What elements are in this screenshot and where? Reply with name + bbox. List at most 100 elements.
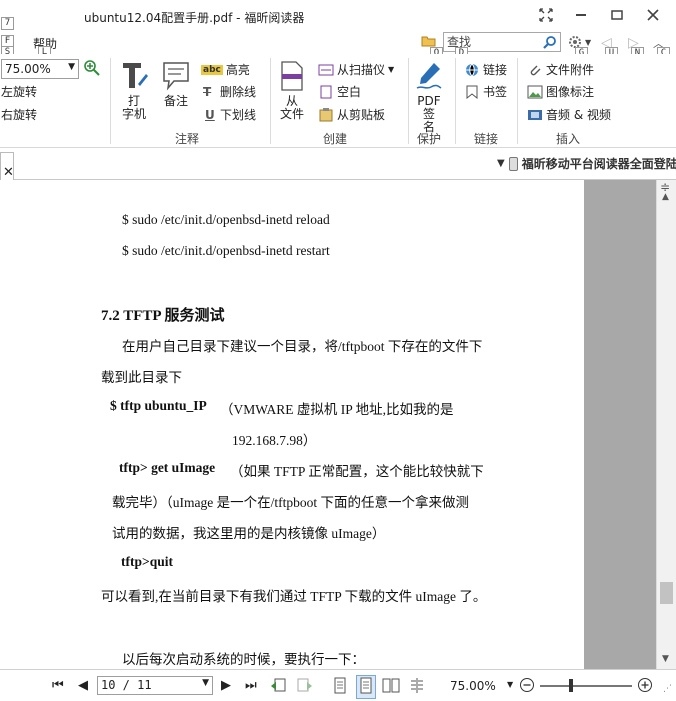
highlight-label: 高亮 bbox=[225, 63, 250, 77]
zoom-in-icon bbox=[84, 60, 100, 76]
note-label: 备注 bbox=[163, 94, 188, 108]
file-attachment-button[interactable]: 文件附件 bbox=[527, 61, 594, 78]
status-bar: ⏮ ◀ 10 / 11 ▼ ▶ ⏭ 75.00% ▼ ⋰ bbox=[0, 669, 676, 701]
facing-view-button[interactable] bbox=[382, 677, 400, 697]
doc-text-line: 以后每次启动系统的时候，要执行一下： bbox=[122, 652, 365, 667]
zoom-select[interactable]: 75.00% ▼ bbox=[1, 59, 79, 79]
doc-text-line: 可以看到,在当前目录下有我们通过 TFTP 下载的文件 uImage 了。 bbox=[101, 589, 487, 604]
highlight-button[interactable]: abc 高亮 bbox=[201, 61, 250, 78]
window-title: ubuntu12.04配置手册.pdf - 福昕阅读器 bbox=[84, 11, 305, 25]
previous-page-icon: ◀ bbox=[78, 678, 88, 693]
underline-icon: U bbox=[205, 107, 215, 122]
image-annotation-button[interactable]: 图像标注 bbox=[527, 83, 594, 100]
phone-icon bbox=[508, 156, 518, 171]
image-icon bbox=[527, 85, 543, 98]
promo-banner[interactable]: ▼ 福昕移动平台阅读器全面登陆 bbox=[497, 155, 676, 172]
strikeout-button[interactable]: T 删除线 bbox=[203, 83, 256, 100]
search-icon[interactable] bbox=[543, 35, 557, 49]
minimize-icon bbox=[576, 14, 586, 16]
previous-view-button[interactable] bbox=[270, 677, 288, 697]
note-button[interactable]: 备注 bbox=[160, 60, 192, 108]
bookmark-button[interactable]: 书签 bbox=[464, 83, 507, 100]
from-scanner-button[interactable]: 从扫描仪 ▼ bbox=[318, 61, 394, 78]
image-annotation-label: 图像标注 bbox=[546, 85, 595, 99]
new-file-icon bbox=[281, 61, 303, 91]
zoom-in-status-button[interactable] bbox=[637, 677, 653, 696]
typewriter-button[interactable]: 打 字机 bbox=[118, 60, 150, 121]
first-page-button[interactable]: ⏮ bbox=[52, 678, 64, 693]
blank-page-icon bbox=[320, 85, 332, 98]
pdf-sign-button[interactable]: PDF签 名 bbox=[412, 60, 446, 134]
restore-button[interactable] bbox=[604, 4, 630, 26]
close-window-button[interactable] bbox=[640, 4, 666, 26]
folder-search-icon bbox=[421, 36, 436, 47]
continuous-view-button[interactable] bbox=[356, 675, 376, 699]
continuous-facing-view-button[interactable] bbox=[408, 677, 426, 697]
facing-pages-icon bbox=[382, 678, 400, 693]
chevron-down-icon: ▼ bbox=[388, 65, 395, 74]
scroll-up-icon[interactable]: ▲ bbox=[662, 192, 669, 202]
create-from-file-label: 从 文件 bbox=[279, 94, 304, 121]
typewriter-label: 打 字机 bbox=[121, 94, 146, 121]
previous-page-button[interactable]: ◀ bbox=[78, 678, 88, 693]
blank-page-button[interactable]: 空白 bbox=[318, 83, 361, 100]
doc-command-line: $ tftp ubuntu_IP bbox=[110, 398, 207, 413]
insert-group-label: 插入 bbox=[556, 132, 581, 146]
zoom-slider-thumb[interactable] bbox=[569, 679, 573, 692]
file-attachment-label: 文件附件 bbox=[546, 63, 595, 77]
document-tab-strip: ✕ ▼ 福昕移动平台阅读器全面登陆 bbox=[0, 148, 676, 180]
status-zoom-value[interactable]: 75.00% bbox=[450, 679, 496, 693]
next-page-button[interactable]: ▶ bbox=[221, 678, 231, 693]
links-group-label: 链接 bbox=[474, 132, 499, 146]
from-clipboard-button[interactable]: 从剪贴板 bbox=[318, 106, 385, 123]
highlight-icon: abc bbox=[201, 64, 223, 75]
close-icon bbox=[647, 9, 659, 21]
clipboard-icon bbox=[319, 107, 333, 121]
minimize-button[interactable] bbox=[568, 4, 594, 26]
next-view-button[interactable] bbox=[295, 677, 313, 697]
close-tab-icon[interactable]: ✕ bbox=[3, 166, 14, 179]
underline-button[interactable]: U 下划线 bbox=[205, 106, 256, 123]
doc-text-line: $ sudo /etc/init.d/openbsd-inetd reload bbox=[122, 212, 330, 227]
doc-command-line: tftp>quit bbox=[121, 554, 173, 569]
rotate-right-label: 向右旋转 bbox=[0, 108, 38, 122]
link-button[interactable]: 链接 bbox=[464, 61, 507, 78]
scrollbar-thumb[interactable] bbox=[660, 582, 673, 604]
next-view-icon bbox=[297, 678, 312, 692]
single-page-icon bbox=[334, 677, 346, 694]
zoom-in-icon bbox=[638, 678, 652, 692]
strikeout-label: 删除线 bbox=[220, 85, 257, 99]
resize-grip-icon[interactable]: ⋰ bbox=[663, 684, 672, 694]
document-tab[interactable]: ✕ bbox=[0, 152, 14, 180]
scanner-icon bbox=[318, 64, 334, 75]
bookmark-label: 书签 bbox=[483, 85, 508, 99]
audio-video-label: 音频 & 视频 bbox=[546, 108, 611, 122]
caret-down-icon: ▼ bbox=[497, 158, 505, 169]
doc-text-line: （VMWARE 虚拟机 IP 地址,比如我的是 bbox=[220, 402, 454, 417]
fullscreen-button[interactable] bbox=[533, 4, 559, 26]
ribbon-divider bbox=[408, 58, 409, 144]
continuous-facing-icon bbox=[411, 678, 423, 693]
page-number-select[interactable]: 10 / 11 ▼ bbox=[97, 676, 213, 695]
rotate-right-button[interactable]: 向右旋转 bbox=[0, 106, 38, 123]
next-page-icon: ▶ bbox=[221, 678, 231, 693]
underline-label: 下划线 bbox=[220, 108, 257, 122]
zoom-slider-track[interactable] bbox=[540, 685, 632, 687]
zoom-out-button[interactable] bbox=[519, 677, 535, 696]
ribbon: 75.00% ▼ 向左旋转 向右旋转 打 字机 备注 abc 高亮 T 删除线 … bbox=[0, 54, 676, 148]
create-from-file-button[interactable]: 从 文件 bbox=[278, 60, 306, 121]
page-margin-area bbox=[584, 180, 656, 669]
rotate-left-button[interactable]: 向左旋转 bbox=[0, 83, 37, 100]
last-page-button[interactable]: ⏭ bbox=[245, 678, 257, 693]
quick-access-key: 7 bbox=[1, 17, 14, 30]
single-page-view-button[interactable] bbox=[333, 677, 347, 697]
vertical-scrollbar[interactable]: ≑ ▲ ▼ bbox=[656, 180, 676, 669]
zoom-in-button[interactable] bbox=[83, 59, 101, 80]
blank-page-label: 空白 bbox=[337, 85, 362, 99]
chevron-down-icon: ▼ bbox=[68, 62, 75, 72]
ribbon-divider bbox=[517, 58, 518, 144]
audio-video-button[interactable]: 音频 & 视频 bbox=[527, 106, 611, 123]
document-page: $ sudo /etc/init.d/openbsd-inetd reload … bbox=[0, 180, 584, 669]
scroll-down-icon[interactable]: ▼ bbox=[662, 654, 669, 664]
chevron-down-icon[interactable]: ▼ bbox=[507, 680, 513, 689]
